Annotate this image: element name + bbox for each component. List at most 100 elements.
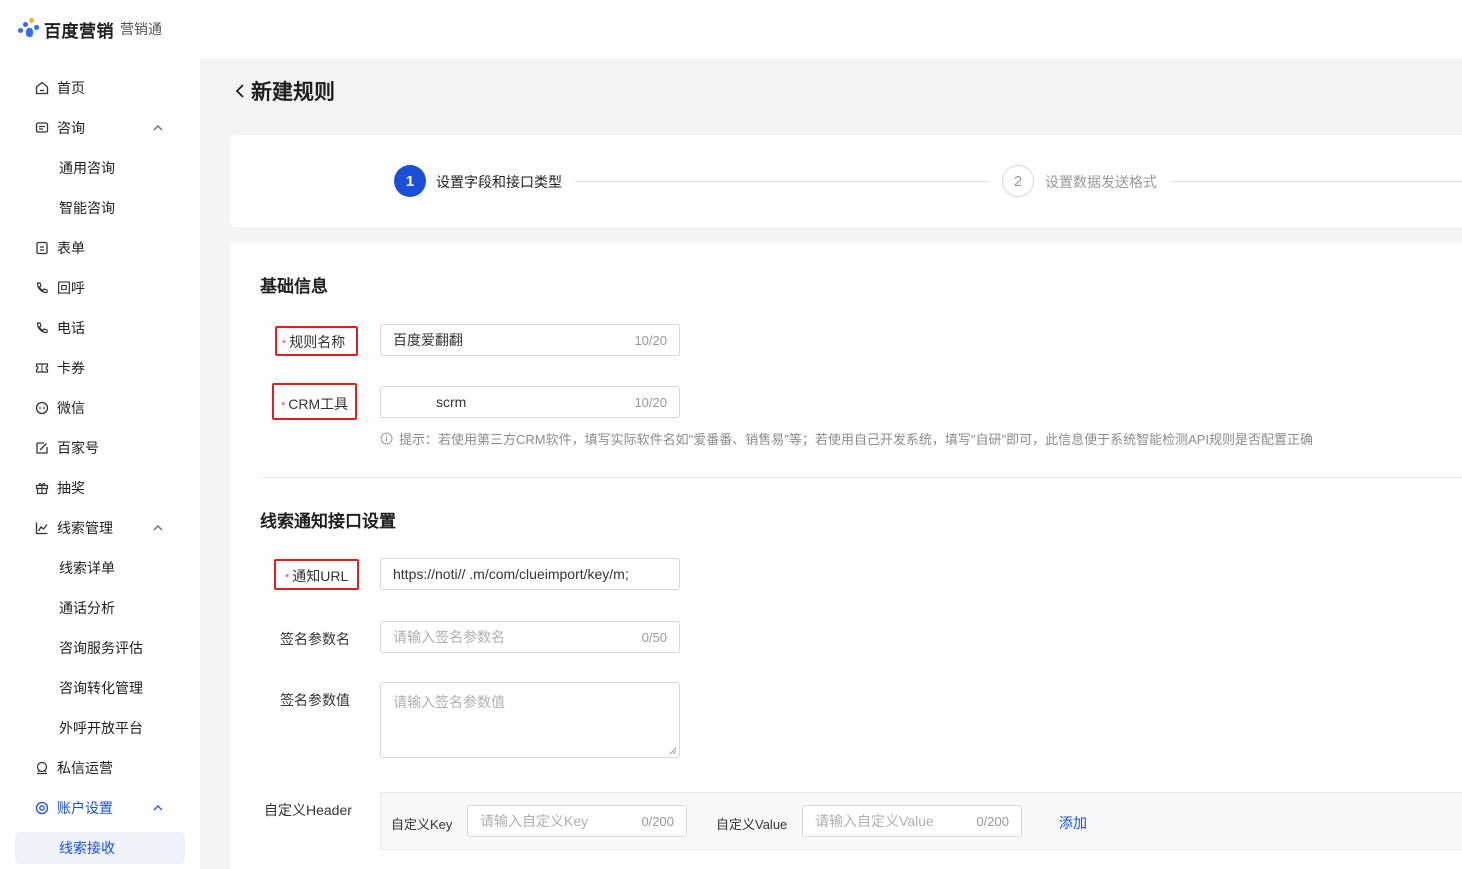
sidebar-item-coupon[interactable]: 卡券: [15, 352, 185, 384]
sidebar-item-home[interactable]: 首页: [15, 72, 185, 104]
section-divider: [260, 477, 1462, 478]
notify-url-label: * 通知URL: [285, 568, 349, 584]
custom-header-label: 自定义Header: [264, 802, 352, 818]
coupon-icon: [35, 361, 49, 375]
sidebar-item-label: 智能咨询: [59, 200, 115, 216]
hint-text: 提示：若使用第三方CRM软件，填写实际软件名如"爱番番、销售易"等；若使用自己开…: [399, 432, 1314, 447]
sidebar-item-consult[interactable]: 咨询: [15, 112, 185, 144]
sidebar-item-outbound-platform[interactable]: 外呼开放平台: [15, 712, 185, 744]
sidebar-item-label: 咨询服务评估: [59, 640, 143, 656]
step-1-indicator: 1: [394, 165, 426, 197]
step-connector: [1170, 181, 1462, 182]
sidebar-item-phone[interactable]: 电话: [15, 312, 185, 344]
crm-tool-input[interactable]: scrm 10/20: [380, 386, 680, 418]
top-bar: 百度营销 营销通: [0, 0, 1462, 58]
form-icon: [35, 241, 49, 255]
basic-info-title: 基础信息: [260, 277, 328, 296]
custom-value-input[interactable]: 请输入自定义Value 0/200: [802, 805, 1022, 837]
sidebar-item-label: 外呼开放平台: [59, 720, 143, 736]
sidebar: 首页 咨询 通用咨询 智能咨询 表单 回呼 电话 卡券 微信 百家号 抽奖 线索…: [0, 58, 200, 869]
char-count: 0/200: [976, 813, 1009, 829]
sidebar-item-account-settings[interactable]: 账户设置: [15, 792, 185, 824]
sidebar-item-form[interactable]: 表单: [15, 232, 185, 264]
crm-hint: 提示：若使用第三方CRM软件，填写实际软件名如"爱番番、销售易"等；若使用自己开…: [380, 429, 1313, 448]
step-2-label: 设置数据发送格式: [1045, 174, 1157, 190]
callback-icon: [35, 281, 49, 295]
sidebar-item-label: 首页: [57, 80, 85, 96]
form-card: 基础信息 * 规则名称 百度爱翻翻 10/20 * CRM工具 scrm 10/20…: [230, 242, 1462, 869]
chevron-up-icon[interactable]: [153, 123, 163, 133]
crm-tool-value: scrm: [436, 394, 467, 410]
rule-name-label: * 规则名称: [282, 334, 346, 350]
sidebar-item-label: 通话分析: [59, 600, 115, 616]
notify-url-input[interactable]: https://noti// .m/com/clueimport/key/m;: [380, 558, 680, 590]
sign-name-label: 签名参数名: [280, 631, 350, 647]
home-icon: [35, 81, 49, 95]
chevron-up-icon[interactable]: [153, 523, 163, 533]
sidebar-item-label: 线索管理: [57, 520, 113, 536]
logo-text: 百度营销: [44, 21, 114, 41]
sidebar-item-label: 咨询转化管理: [59, 680, 143, 696]
private-message-icon: [35, 761, 49, 775]
sidebar-item-label: 抽奖: [57, 480, 85, 496]
settings-icon: [35, 801, 49, 815]
sidebar-item-label: 账户设置: [57, 800, 113, 816]
sidebar-item-label: 咨询: [57, 120, 85, 136]
step-connector: [575, 181, 990, 182]
rule-name-value: 百度爱翻翻: [393, 332, 463, 348]
sidebar-item-callback[interactable]: 回呼: [15, 272, 185, 304]
sidebar-item-private-message[interactable]: 私信运营: [15, 752, 185, 784]
sign-name-input[interactable]: 请输入签名参数名 0/50: [380, 621, 680, 653]
custom-value-label: 自定义Value: [716, 817, 788, 832]
product-name: 营销通: [120, 21, 162, 37]
info-icon: [380, 432, 393, 445]
sidebar-item-wechat[interactable]: 微信: [15, 392, 185, 424]
chat-box-icon: [35, 121, 49, 135]
page-header: 新建规则: [233, 76, 335, 106]
sidebar-item-general-consult[interactable]: 通用咨询: [15, 152, 185, 184]
custom-key-label: 自定义Key: [391, 817, 453, 832]
back-arrow-icon[interactable]: [233, 81, 247, 101]
phone-icon: [35, 321, 49, 335]
sign-value-textarea[interactable]: 请输入签名参数值: [380, 682, 680, 758]
sidebar-item-lead-receive[interactable]: 线索接收: [15, 832, 185, 864]
sidebar-item-label: 私信运营: [57, 760, 113, 776]
sidebar-item-lead-management[interactable]: 线索管理: [15, 512, 185, 544]
sidebar-item-label: 微信: [57, 400, 85, 416]
sidebar-item-call-analysis[interactable]: 通话分析: [15, 592, 185, 624]
char-count: 10/20: [634, 394, 667, 410]
crm-tool-label: * CRM工具: [281, 396, 349, 412]
baidu-logo-icon: [18, 18, 40, 40]
sidebar-item-label: 线索接收: [59, 840, 115, 856]
chevron-up-icon[interactable]: [153, 803, 163, 813]
sidebar-item-smart-consult[interactable]: 智能咨询: [15, 192, 185, 224]
notify-url-value: https://noti// .m/com/clueimport/key/m;: [393, 566, 629, 582]
notify-settings-title: 线索通知接口设置: [260, 512, 396, 531]
sidebar-item-lottery[interactable]: 抽奖: [15, 472, 185, 504]
sign-name-placeholder: 请输入签名参数名: [393, 629, 505, 645]
sidebar-item-label: 表单: [57, 240, 85, 256]
sidebar-item-lead-details[interactable]: 线索详单: [15, 552, 185, 584]
custom-value-placeholder: 请输入自定义Value: [815, 813, 934, 829]
rule-name-input[interactable]: 百度爱翻翻 10/20: [380, 324, 680, 356]
char-count: 10/20: [634, 332, 667, 348]
char-count: 0/50: [641, 629, 667, 645]
char-count: 0/200: [641, 813, 674, 829]
add-header-button[interactable]: 添加: [1059, 813, 1087, 833]
sign-value-label: 签名参数值: [280, 692, 350, 708]
sidebar-item-label: 电话: [57, 320, 85, 336]
page-title: 新建规则: [251, 81, 335, 104]
sidebar-item-conversion-management[interactable]: 咨询转化管理: [15, 672, 185, 704]
sidebar-item-label: 卡券: [57, 360, 85, 376]
wechat-icon: [35, 401, 49, 415]
sidebar-item-baijiahao[interactable]: 百家号: [15, 432, 185, 464]
custom-key-input[interactable]: 请输入自定义Key 0/200: [467, 805, 687, 837]
sidebar-item-label: 通用咨询: [59, 160, 115, 176]
chart-icon: [35, 521, 49, 535]
step-1-label: 设置字段和接口类型: [436, 174, 562, 190]
steps-card: 1 设置字段和接口类型 2 设置数据发送格式: [230, 135, 1462, 227]
sidebar-item-service-evaluation[interactable]: 咨询服务评估: [15, 632, 185, 664]
resize-handle-icon[interactable]: [669, 747, 677, 755]
edit-icon: [35, 441, 49, 455]
sign-value-placeholder: 请输入签名参数值: [393, 694, 505, 710]
